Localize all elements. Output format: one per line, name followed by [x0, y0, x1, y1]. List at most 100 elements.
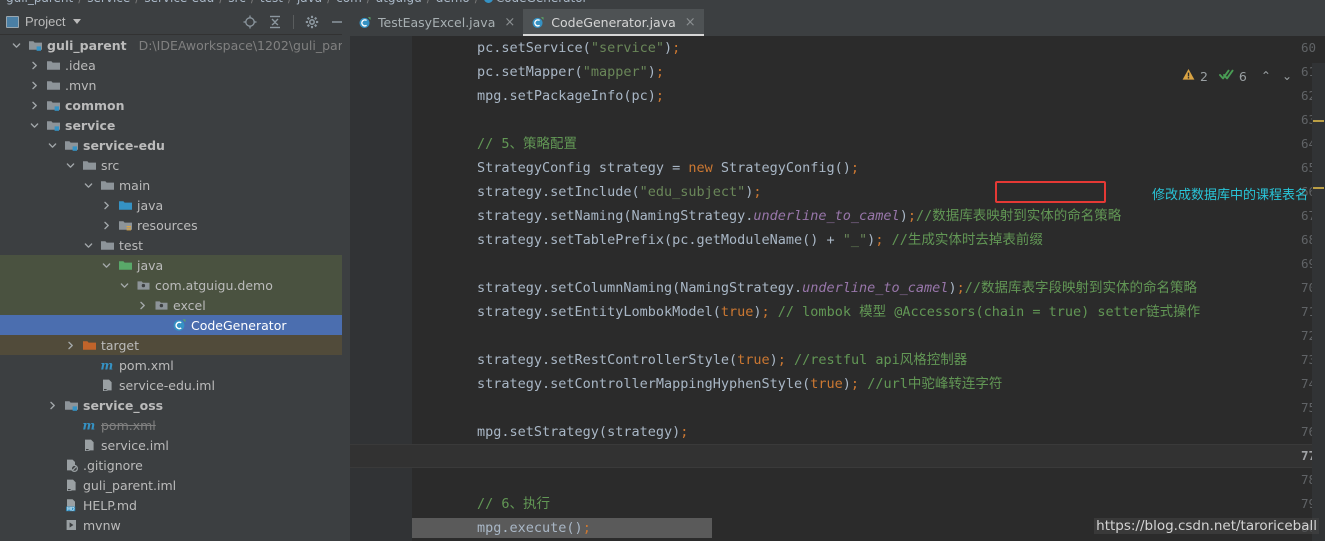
code-line[interactable]: StrategyConfig strategy = new StrategyCo…: [412, 156, 859, 180]
chevron-right-icon[interactable]: [30, 81, 39, 90]
chevron-down-icon[interactable]: [120, 281, 129, 290]
resources-folder-icon: [118, 218, 133, 232]
code-line[interactable]: // 6、执行: [412, 492, 550, 516]
chevron-right-icon[interactable]: [102, 221, 111, 230]
tree-node-pom-xml[interactable]: m pom.xml: [0, 415, 342, 435]
code-line[interactable]: strategy.setNaming(NamingStrategy.underl…: [412, 204, 1121, 228]
tree-node-service-edu[interactable]: service-edu: [0, 135, 342, 155]
chevron-down-icon[interactable]: [102, 261, 111, 270]
breadcrumb-item-5[interactable]: java: [297, 0, 322, 5]
next-problem-icon[interactable]: ⌄: [1279, 69, 1295, 83]
close-icon[interactable]: ×: [685, 15, 696, 30]
tree-node-test[interactable]: test: [0, 235, 342, 255]
close-icon[interactable]: ×: [504, 15, 515, 30]
chevron-down-icon[interactable]: [30, 121, 39, 130]
code-line[interactable]: pc.setMapper("mapper");: [412, 60, 664, 84]
chevron-right-icon[interactable]: [48, 401, 57, 410]
breadcrumb-item-3[interactable]: src: [228, 0, 246, 5]
tree-node-help-md[interactable]: MD HELP.md: [0, 495, 342, 515]
test-source-folder-icon: [118, 258, 133, 272]
tree-node-java[interactable]: java: [0, 195, 342, 215]
chevron-right-icon[interactable]: [30, 101, 39, 110]
breadcrumb-separator: /: [219, 0, 223, 5]
tree-node-mvnw[interactable]: mvnw: [0, 515, 342, 535]
folder-icon: [100, 178, 115, 192]
breadcrumb-item-6[interactable]: com: [336, 0, 362, 5]
breadcrumb[interactable]: guli_parent / service / service-edu / src / test…: [0, 0, 1325, 9]
code-line[interactable]: // 5、策略配置: [412, 132, 577, 156]
chevron-right-icon[interactable]: [102, 201, 111, 210]
tree-node-service-iml[interactable]: service.iml: [0, 435, 342, 455]
code-line[interactable]: strategy.setControllerMappingHyphenStyle…: [412, 372, 1002, 396]
marker-scrollbar[interactable]: [1312, 63, 1325, 541]
code-line[interactable]: pc.setService("service");: [412, 36, 680, 60]
inspections-widget[interactable]: 2 6 ⌃ ⌄: [1182, 68, 1295, 84]
tree-node-label: com.atguigu.demo: [155, 277, 273, 293]
breadcrumb-item-8[interactable]: demo: [436, 0, 470, 5]
ide-window: guli_parent / service / service-edu / src / test…: [0, 0, 1325, 541]
warning-marker[interactable]: [1313, 120, 1324, 122]
code-line[interactable]: mpg.setPackageInfo(pc);: [412, 84, 664, 108]
chevron-down-icon[interactable]: [66, 161, 75, 170]
tree-node-service-oss[interactable]: service_oss: [0, 395, 342, 415]
code-lines[interactable]: pc.setService("service"); pc.setMapper("…: [412, 36, 1325, 541]
chevron-down-icon[interactable]: [84, 241, 93, 250]
breadcrumb-item-0[interactable]: guli_parent: [6, 0, 73, 5]
chevron-down-icon[interactable]: [84, 181, 93, 190]
breadcrumb-file[interactable]: CodeGenerator: [496, 0, 588, 5]
project-tree[interactable]: guli_parent D:\IDEAworkspace\1202\guli_pa…: [0, 35, 342, 541]
chevron-right-icon[interactable]: [138, 301, 147, 310]
chevron-right-icon[interactable]: [66, 341, 75, 350]
editor-tab-testeasyexcel[interactable]: TestEasyExcel.java ×: [350, 9, 523, 36]
code-line[interactable]: mpg.setStrategy(strategy);: [412, 420, 688, 444]
tree-node-idea[interactable]: .idea: [0, 55, 342, 75]
tree-node-target[interactable]: target: [0, 335, 342, 355]
tree-node-resources[interactable]: resources: [0, 215, 342, 235]
tree-node-excel[interactable]: excel: [0, 295, 342, 315]
chevron-down-icon[interactable]: [12, 41, 21, 50]
tree-node-label: .idea: [65, 57, 96, 73]
code-editor[interactable]: 60 61 62 63 64 65 66 67 68 69 70 71 72 73 74 75 76 77 78 79…: [350, 36, 1325, 541]
toolbar-divider: [293, 15, 294, 29]
code-line[interactable]: strategy.setColumnNaming(NamingStrategy.…: [412, 276, 1197, 300]
collapse-all-icon[interactable]: [268, 15, 282, 29]
tree-node-label: target: [101, 337, 140, 353]
tree-node-mvn[interactable]: .mvn: [0, 75, 342, 95]
breadcrumb-separator: /: [367, 0, 371, 5]
panel-splitter[interactable]: [342, 9, 350, 541]
breadcrumb-item-7[interactable]: atguigu: [376, 0, 422, 5]
warning-marker[interactable]: [1313, 187, 1324, 189]
breadcrumb-item-2[interactable]: service-edu: [144, 0, 214, 5]
prev-problem-icon[interactable]: ⌃: [1258, 69, 1274, 83]
tree-node-main[interactable]: main: [0, 175, 342, 195]
code-line[interactable]: strategy.setRestControllerStyle(true); /…: [412, 348, 967, 372]
tree-node-guli-parent-iml[interactable]: guli_parent.iml: [0, 475, 342, 495]
chevron-right-icon[interactable]: [30, 61, 39, 70]
project-panel-title-group[interactable]: Project: [6, 14, 82, 29]
tree-node-java[interactable]: java: [0, 255, 342, 275]
tree-node-codegenerator[interactable]: CodeGenerator: [0, 315, 342, 335]
tree-node-label: service-edu: [83, 137, 165, 153]
editor-tab-label: CodeGenerator.java: [551, 15, 676, 30]
tree-node-guli-parent[interactable]: guli_parent D:\IDEAworkspace\1202\guli_pa…: [0, 35, 342, 55]
editor-tab-codegenerator[interactable]: CodeGenerator.java ×: [523, 9, 705, 36]
tree-node-gitignore[interactable]: .gitignore: [0, 455, 342, 475]
code-line[interactable]: mpg.execute();: [412, 516, 591, 540]
code-line[interactable]: strategy.setInclude("edu_subject");: [412, 180, 762, 204]
tree-node-com-atguigu-demo[interactable]: com.atguigu.demo: [0, 275, 342, 295]
breadcrumb-item-4[interactable]: test: [260, 0, 283, 5]
locate-icon[interactable]: [243, 15, 257, 29]
chevron-down-icon[interactable]: [73, 19, 82, 24]
tree-node-service-edu-iml[interactable]: service-edu.iml: [0, 375, 342, 395]
module-icon: [46, 98, 61, 112]
chevron-down-icon[interactable]: [48, 141, 57, 150]
tree-node-pom-xml[interactable]: m pom.xml: [0, 355, 342, 375]
gear-icon[interactable]: [305, 15, 319, 29]
breadcrumb-inner: guli_parent / service / service-edu / src / test…: [6, 0, 587, 5]
breadcrumb-item-1[interactable]: service: [87, 0, 130, 5]
code-line[interactable]: strategy.setTablePrefix(pc.getModuleName…: [412, 228, 1043, 252]
tree-node-common[interactable]: common: [0, 95, 342, 115]
code-line[interactable]: strategy.setEntityLombokModel(true); // …: [412, 300, 1200, 324]
tree-node-src[interactable]: src: [0, 155, 342, 175]
tree-node-service[interactable]: service: [0, 115, 342, 135]
